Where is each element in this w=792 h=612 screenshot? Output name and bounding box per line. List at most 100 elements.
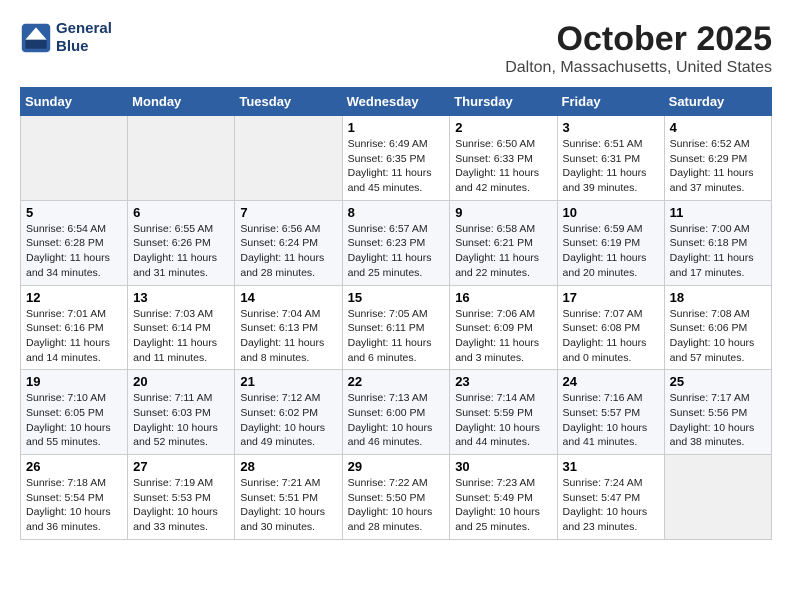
calendar-cell: [235, 116, 342, 201]
day-number: 18: [670, 290, 766, 305]
day-info: Sunrise: 7:14 AM Sunset: 5:59 PM Dayligh…: [455, 391, 551, 450]
day-info: Sunrise: 6:52 AM Sunset: 6:29 PM Dayligh…: [670, 137, 766, 196]
day-number: 25: [670, 374, 766, 389]
day-info: Sunrise: 6:51 AM Sunset: 6:31 PM Dayligh…: [563, 137, 659, 196]
day-number: 30: [455, 459, 551, 474]
day-info: Sunrise: 7:00 AM Sunset: 6:18 PM Dayligh…: [670, 222, 766, 281]
weekday-header-tuesday: Tuesday: [235, 88, 342, 116]
weekday-header-thursday: Thursday: [450, 88, 557, 116]
logo-icon: [20, 22, 52, 54]
day-info: Sunrise: 7:10 AM Sunset: 6:05 PM Dayligh…: [26, 391, 122, 450]
weekday-header-friday: Friday: [557, 88, 664, 116]
day-info: Sunrise: 7:13 AM Sunset: 6:00 PM Dayligh…: [348, 391, 445, 450]
calendar-cell: 5 Sunrise: 6:54 AM Sunset: 6:28 PM Daylig…: [21, 200, 128, 285]
calendar-cell: 7Sunrise: 6:56 AM Sunset: 6:24 PM Daylig…: [235, 200, 342, 285]
day-number: 15: [348, 290, 445, 305]
day-number: 31: [563, 459, 659, 474]
day-info: Sunrise: 7:18 AM Sunset: 5:54 PM Dayligh…: [26, 476, 122, 535]
calendar-cell: 31 Sunrise: 7:24 AM Sunset: 5:47 PM Dayli…: [557, 455, 664, 540]
calendar-cell: 25 Sunrise: 7:17 AM Sunset: 5:56 PM Dayli…: [664, 370, 771, 455]
calendar-cell: [21, 116, 128, 201]
day-number: 5: [26, 205, 122, 220]
day-number: 1: [348, 120, 445, 135]
day-info: Sunrise: 7:05 AM Sunset: 6:11 PM Dayligh…: [348, 307, 445, 366]
calendar-cell: 10 Sunrise: 6:59 AM Sunset: 6:19 PM Dayli…: [557, 200, 664, 285]
day-info: Sunrise: 6:57 AM Sunset: 6:23 PM Dayligh…: [348, 222, 445, 281]
calendar-cell: 17 Sunrise: 7:07 AM Sunset: 6:08 PM Dayli…: [557, 285, 664, 370]
week-row-1: 1 Sunrise: 6:49 AM Sunset: 6:35 PM Daylig…: [21, 116, 772, 201]
day-number: 12: [26, 290, 122, 305]
month-title: October 2025: [505, 20, 772, 59]
day-info: Sunrise: 7:22 AM Sunset: 5:50 PM Dayligh…: [348, 476, 445, 535]
calendar-cell: 9 Sunrise: 6:58 AM Sunset: 6:21 PM Daylig…: [450, 200, 557, 285]
day-info: Sunrise: 7:16 AM Sunset: 5:57 PM Dayligh…: [563, 391, 659, 450]
day-number: 26: [26, 459, 122, 474]
calendar-table: SundayMondayTuesdayWednesdayThursdayFrid…: [20, 87, 772, 540]
day-number: 16: [455, 290, 551, 305]
calendar-cell: 18 Sunrise: 7:08 AM Sunset: 6:06 PM Dayli…: [664, 285, 771, 370]
title-area: October 2025 Dalton, Massachusetts, Unit…: [505, 20, 772, 77]
calendar-cell: 14 Sunrise: 7:04 AM Sunset: 6:13 PM Dayli…: [235, 285, 342, 370]
day-info: Sunrise: 7:17 AM Sunset: 5:56 PM Dayligh…: [670, 391, 766, 450]
day-number: 22: [348, 374, 445, 389]
day-number: 27: [133, 459, 229, 474]
calendar-cell: 15 Sunrise: 7:05 AM Sunset: 6:11 PM Dayli…: [342, 285, 450, 370]
day-number: 3: [563, 120, 659, 135]
day-number: 11: [670, 205, 766, 220]
day-info: Sunrise: 6:59 AM Sunset: 6:19 PM Dayligh…: [563, 222, 659, 281]
day-number: 14: [240, 290, 336, 305]
calendar-cell: 24 Sunrise: 7:16 AM Sunset: 5:57 PM Dayli…: [557, 370, 664, 455]
day-info: Sunrise: 7:11 AM Sunset: 6:03 PM Dayligh…: [133, 391, 229, 450]
calendar-cell: [128, 116, 235, 201]
calendar-cell: 28Sunrise: 7:21 AM Sunset: 5:51 PM Dayli…: [235, 455, 342, 540]
location-title: Dalton, Massachusetts, United States: [505, 59, 772, 77]
day-info: Sunrise: 7:12 AM Sunset: 6:02 PM Dayligh…: [240, 391, 336, 450]
day-number: 9: [455, 205, 551, 220]
day-number: 19: [26, 374, 122, 389]
day-info: Sunrise: 6:58 AM Sunset: 6:21 PM Dayligh…: [455, 222, 551, 281]
day-info: Sunrise: 6:55 AM Sunset: 6:26 PM Dayligh…: [133, 222, 229, 281]
calendar-cell: 23 Sunrise: 7:14 AM Sunset: 5:59 PM Dayli…: [450, 370, 557, 455]
day-number: 23: [455, 374, 551, 389]
day-number: 21: [240, 374, 336, 389]
day-number: 10: [563, 205, 659, 220]
calendar-cell: 26 Sunrise: 7:18 AM Sunset: 5:54 PM Dayli…: [21, 455, 128, 540]
weekday-header-monday: Monday: [128, 88, 235, 116]
logo: General Blue: [20, 20, 112, 56]
day-number: 4: [670, 120, 766, 135]
day-number: 24: [563, 374, 659, 389]
day-info: Sunrise: 6:54 AM Sunset: 6:28 PM Dayligh…: [26, 222, 122, 281]
calendar-cell: 27 Sunrise: 7:19 AM Sunset: 5:53 PM Dayli…: [128, 455, 235, 540]
weekday-header-saturday: Saturday: [664, 88, 771, 116]
day-info: Sunrise: 7:06 AM Sunset: 6:09 PM Dayligh…: [455, 307, 551, 366]
calendar-cell: 12 Sunrise: 7:01 AM Sunset: 6:16 PM Dayli…: [21, 285, 128, 370]
day-info: Sunrise: 7:24 AM Sunset: 5:47 PM Dayligh…: [563, 476, 659, 535]
calendar-cell: 1 Sunrise: 6:49 AM Sunset: 6:35 PM Daylig…: [342, 116, 450, 201]
day-info: Sunrise: 7:08 AM Sunset: 6:06 PM Dayligh…: [670, 307, 766, 366]
day-number: 6: [133, 205, 229, 220]
day-number: 29: [348, 459, 445, 474]
day-number: 13: [133, 290, 229, 305]
calendar-cell: 21 Sunrise: 7:12 AM Sunset: 6:02 PM Dayli…: [235, 370, 342, 455]
day-number: 28: [240, 459, 336, 474]
day-info: Sunrise: 7:04 AM Sunset: 6:13 PM Dayligh…: [240, 307, 336, 366]
day-info: Sunrise: 7:01 AM Sunset: 6:16 PM Dayligh…: [26, 307, 122, 366]
header: General Blue October 2025 Dalton, Massac…: [20, 20, 772, 77]
calendar-cell: 8Sunrise: 6:57 AM Sunset: 6:23 PM Daylig…: [342, 200, 450, 285]
day-info: Sunrise: 7:19 AM Sunset: 5:53 PM Dayligh…: [133, 476, 229, 535]
week-row-2: 5 Sunrise: 6:54 AM Sunset: 6:28 PM Daylig…: [21, 200, 772, 285]
calendar-cell: 6 Sunrise: 6:55 AM Sunset: 6:26 PM Daylig…: [128, 200, 235, 285]
day-number: 17: [563, 290, 659, 305]
calendar-cell: 2Sunrise: 6:50 AM Sunset: 6:33 PM Daylig…: [450, 116, 557, 201]
weekday-header-row: SundayMondayTuesdayWednesdayThursdayFrid…: [21, 88, 772, 116]
weekday-header-sunday: Sunday: [21, 88, 128, 116]
day-info: Sunrise: 7:07 AM Sunset: 6:08 PM Dayligh…: [563, 307, 659, 366]
day-info: Sunrise: 6:49 AM Sunset: 6:35 PM Dayligh…: [348, 137, 445, 196]
calendar-cell: 29 Sunrise: 7:22 AM Sunset: 5:50 PM Dayli…: [342, 455, 450, 540]
logo-line2: Blue: [56, 38, 89, 55]
calendar-cell: 22 Sunrise: 7:13 AM Sunset: 6:00 PM Dayli…: [342, 370, 450, 455]
logo-line1: General: [56, 20, 112, 37]
day-number: 20: [133, 374, 229, 389]
calendar-cell: 3 Sunrise: 6:51 AM Sunset: 6:31 PM Daylig…: [557, 116, 664, 201]
calendar-cell: [664, 455, 771, 540]
